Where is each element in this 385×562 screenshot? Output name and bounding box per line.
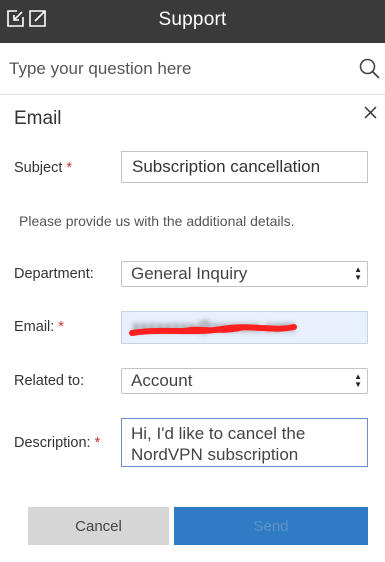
cancel-button[interactable]: Cancel (28, 507, 169, 545)
department-label: Department: (14, 266, 94, 282)
header-title: Support (158, 9, 227, 30)
subject-label-text: Subject (14, 160, 63, 176)
search-bar (0, 43, 385, 95)
related-to-value: Account (131, 371, 193, 390)
email-label: Email: * (14, 319, 64, 335)
required-marker: * (94, 435, 101, 451)
description-label: Description: * (14, 435, 100, 451)
email-form-panel: Email Subject* Please provide us with th… (0, 96, 385, 562)
search-input[interactable] (0, 43, 350, 95)
related-to-label: Related to: (14, 373, 85, 389)
close-icon[interactable] (363, 105, 378, 120)
form-title: Email (14, 108, 62, 129)
related-to-select[interactable]: Account ▲ ▼ (121, 368, 368, 394)
department-value: General Inquiry (131, 264, 248, 283)
info-text: Please provide us with the additional de… (19, 213, 295, 229)
required-marker: * (58, 319, 64, 335)
support-header: Support (0, 0, 385, 43)
subject-label: Subject * (14, 160, 72, 176)
search-icon[interactable] (359, 58, 380, 79)
description-textarea[interactable]: Hi, I'd like to cancel the NordVPN subsc… (121, 418, 368, 467)
select-arrows-icon: ▲ ▼ (354, 265, 362, 282)
required-marker: * (66, 160, 73, 176)
department-select[interactable]: General Inquiry ▲ ▼ (121, 261, 368, 287)
subject-field[interactable] (121, 151, 368, 183)
description-label-text: Description: (14, 435, 91, 451)
redaction-scribble (129, 324, 297, 336)
select-arrows-icon: ▲ ▼ (354, 372, 362, 389)
email-field[interactable]: xxxxxxxx@xxxxxx.com (121, 311, 368, 344)
email-label-text: Email: (14, 319, 55, 335)
send-button[interactable]: Send (174, 507, 368, 545)
